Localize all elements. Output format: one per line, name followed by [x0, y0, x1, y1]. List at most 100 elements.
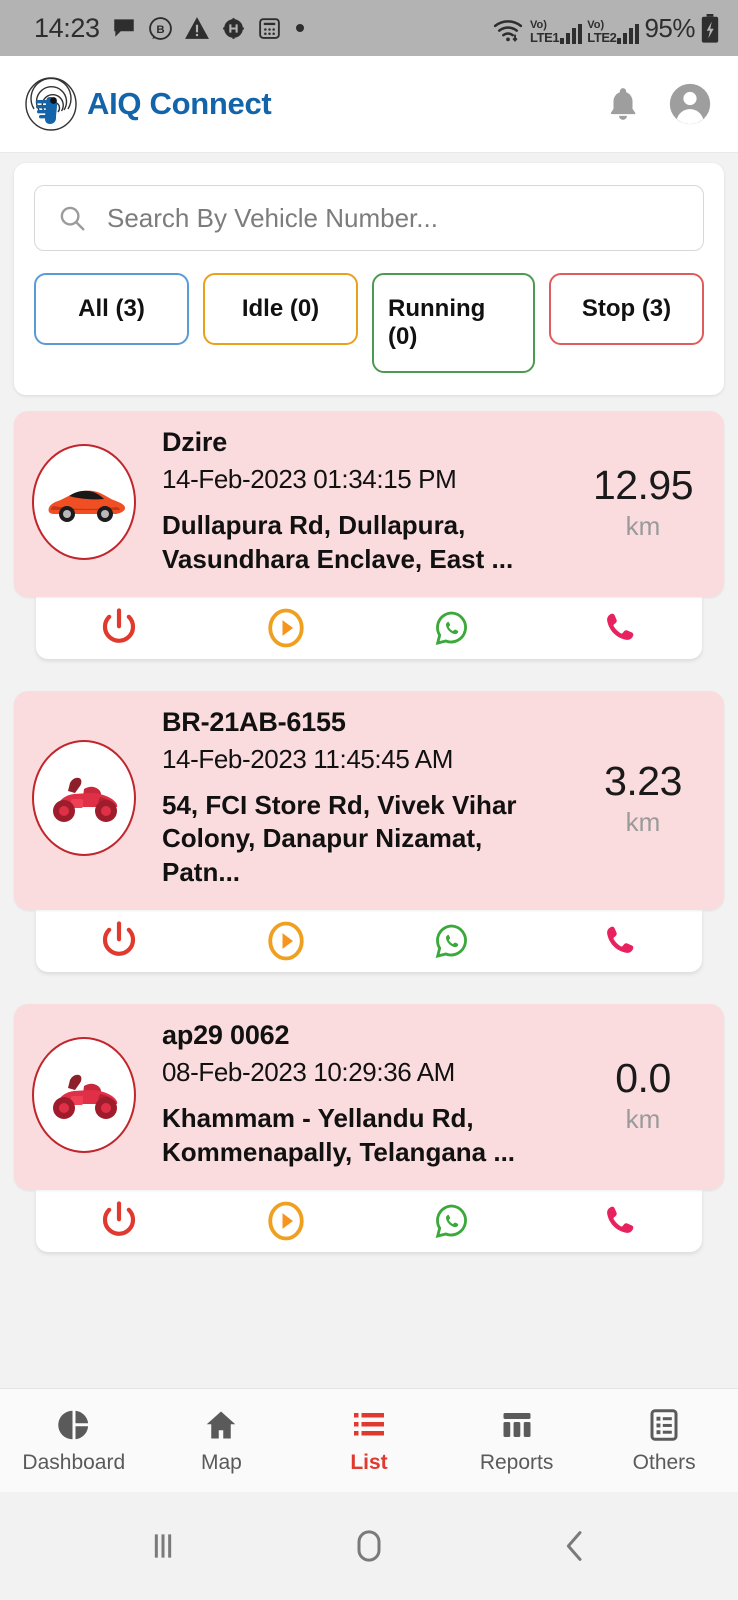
battery-charging-icon — [701, 13, 719, 43]
power-icon — [103, 607, 136, 643]
svg-text:B: B — [156, 24, 164, 36]
vehicle-card[interactable]: ap29 0062 08-Feb-2023 10:29:36 AM Khamma… — [14, 1003, 724, 1190]
vehicle-distance: 12.95 km — [586, 462, 706, 542]
sim2-network-label: LTE2 — [587, 29, 617, 45]
nav-item-others[interactable]: Others — [590, 1407, 738, 1475]
filter-chip-all[interactable]: All (3) — [34, 273, 189, 345]
vehicle-card[interactable]: BR-21AB-6155 14-Feb-2023 11:45:45 AM 54,… — [14, 690, 724, 910]
vehicle-action-bar — [36, 909, 703, 972]
vehicle-distance: 3.23 km — [586, 758, 706, 838]
filter-chip-stop[interactable]: Stop (3) — [549, 273, 704, 345]
play-icon — [268, 608, 304, 648]
dashboard-pie-icon — [58, 1410, 88, 1439]
power-button[interactable] — [36, 607, 203, 649]
vehicle-action-bar — [36, 596, 703, 659]
reports-columns-icon — [503, 1412, 531, 1437]
motorcycle-icon — [53, 1074, 118, 1119]
vehicle-distance: 0.0 km — [586, 1055, 706, 1135]
grid-icon — [258, 17, 280, 39]
back-button[interactable] — [530, 1501, 620, 1591]
home-icon — [207, 1411, 236, 1438]
power-button[interactable] — [36, 920, 203, 962]
message-icon — [113, 19, 134, 37]
nav-label: Map — [200, 1450, 242, 1474]
whatsapp-button[interactable] — [369, 1201, 536, 1241]
nav-item-map[interactable]: Map — [148, 1407, 296, 1475]
sim2-signal: Vo) LTE2 — [587, 18, 640, 45]
nav-label: Dashboard — [22, 1450, 126, 1474]
status-filter-chips: All (3) Idle (0) Running (0) Stop (3) — [34, 273, 704, 373]
nav-item-list[interactable]: List — [295, 1407, 443, 1475]
account-avatar-icon[interactable] — [668, 82, 712, 126]
recents-icon — [154, 1534, 172, 1558]
whatsapp-button[interactable] — [369, 608, 536, 648]
sim2-volte-label: Vo) — [587, 18, 605, 31]
search-input[interactable]: Search By Vehicle Number... — [34, 185, 704, 251]
fingerprint-logo-icon — [25, 77, 77, 131]
nav-item-dashboard[interactable]: Dashboard — [0, 1407, 148, 1475]
vehicle-address: 54, FCI Store Rd, Vivek Vihar Colony, Da… — [162, 789, 517, 888]
sim2-signal-bars — [617, 23, 640, 44]
distance-unit: km — [625, 510, 661, 541]
wifi-icon — [493, 19, 523, 42]
whatsapp-icon — [435, 1204, 468, 1238]
play-button[interactable] — [203, 920, 370, 962]
battery-percent-label: 95% — [644, 12, 695, 43]
vehicle-card[interactable]: Dzire 14-Feb-2023 01:34:15 PM Dullapura … — [14, 411, 724, 597]
list-icon — [353, 1412, 384, 1435]
bell-icon[interactable] — [604, 85, 642, 123]
vehicle-timestamp: 14-Feb-2023 11:45:45 AM — [162, 743, 453, 774]
sim1-signal: Vo) LTE1 — [530, 19, 583, 44]
app-header: AIQ Connect — [0, 56, 738, 153]
vehicle-thumbnail — [32, 740, 136, 857]
list-item: Dzire 14-Feb-2023 01:34:15 PM Dullapura … — [14, 411, 724, 659]
power-icon — [103, 921, 136, 956]
vehicle-timestamp: 08-Feb-2023 10:29:36 AM — [162, 1056, 455, 1087]
whatsapp-icon — [435, 924, 468, 958]
whatsapp-icon — [435, 611, 468, 645]
distance-value: 3.23 — [604, 758, 682, 805]
phone-icon — [606, 613, 634, 640]
status-bar-right: Vo) LTE1 Vo) LTE2 95% — [491, 13, 720, 44]
others-checklist-icon — [650, 1408, 678, 1441]
distance-value: 0.0 — [615, 1054, 671, 1101]
warning-triangle-icon — [184, 17, 209, 39]
vehicle-info: BR-21AB-6155 14-Feb-2023 11:45:45 AM 54,… — [156, 707, 566, 890]
nav-label: Reports — [479, 1450, 554, 1474]
vehicle-name: Dzire — [162, 427, 228, 457]
play-button[interactable] — [203, 607, 370, 649]
dot-icon — [295, 24, 304, 32]
nav-label: Others — [632, 1450, 696, 1474]
filter-chip-idle[interactable]: Idle (0) — [203, 273, 358, 345]
home-button[interactable] — [324, 1501, 414, 1591]
vehicle-thumbnail — [32, 1036, 136, 1153]
sim1-signal-bars — [560, 23, 583, 44]
b-circle-icon: B — [148, 16, 172, 40]
filter-chip-running[interactable]: Running (0) — [372, 273, 535, 373]
vehicle-action-bar — [36, 1189, 703, 1252]
app-title: AIQ Connect — [87, 86, 272, 121]
distance-unit: km — [625, 807, 661, 838]
call-button[interactable] — [536, 921, 703, 961]
nav-item-reports[interactable]: Reports — [443, 1407, 591, 1475]
back-chevron-icon — [566, 1531, 582, 1561]
call-button[interactable] — [536, 608, 703, 648]
phone-icon — [606, 926, 634, 953]
recents-button[interactable] — [118, 1501, 208, 1591]
android-system-nav — [0, 1492, 738, 1600]
vehicle-list: Dzire 14-Feb-2023 01:34:15 PM Dullapura … — [0, 395, 738, 1388]
motorcycle-icon — [53, 778, 118, 823]
vehicle-address: Dullapura Rd, Dullapura, Vasundhara Encl… — [162, 510, 514, 574]
bottom-navigation: Dashboard Map List Reports Others — [0, 1388, 738, 1492]
app-root: 14:23 B Vo) LTE1 Vo) LTE2 95% AIQ Connec… — [0, 0, 738, 1600]
power-button[interactable] — [36, 1200, 203, 1242]
call-button[interactable] — [536, 1201, 703, 1241]
phone-icon — [606, 1206, 634, 1233]
distance-unit: km — [625, 1103, 661, 1134]
whatsapp-button[interactable] — [369, 921, 536, 961]
list-item: ap29 0062 08-Feb-2023 10:29:36 AM Khamma… — [14, 1003, 724, 1252]
play-button[interactable] — [203, 1200, 370, 1242]
search-filter-panel: Search By Vehicle Number... All (3) Idle… — [14, 163, 724, 395]
home-circle-icon — [357, 1530, 381, 1562]
vehicle-info: Dzire 14-Feb-2023 01:34:15 PM Dullapura … — [156, 427, 566, 577]
